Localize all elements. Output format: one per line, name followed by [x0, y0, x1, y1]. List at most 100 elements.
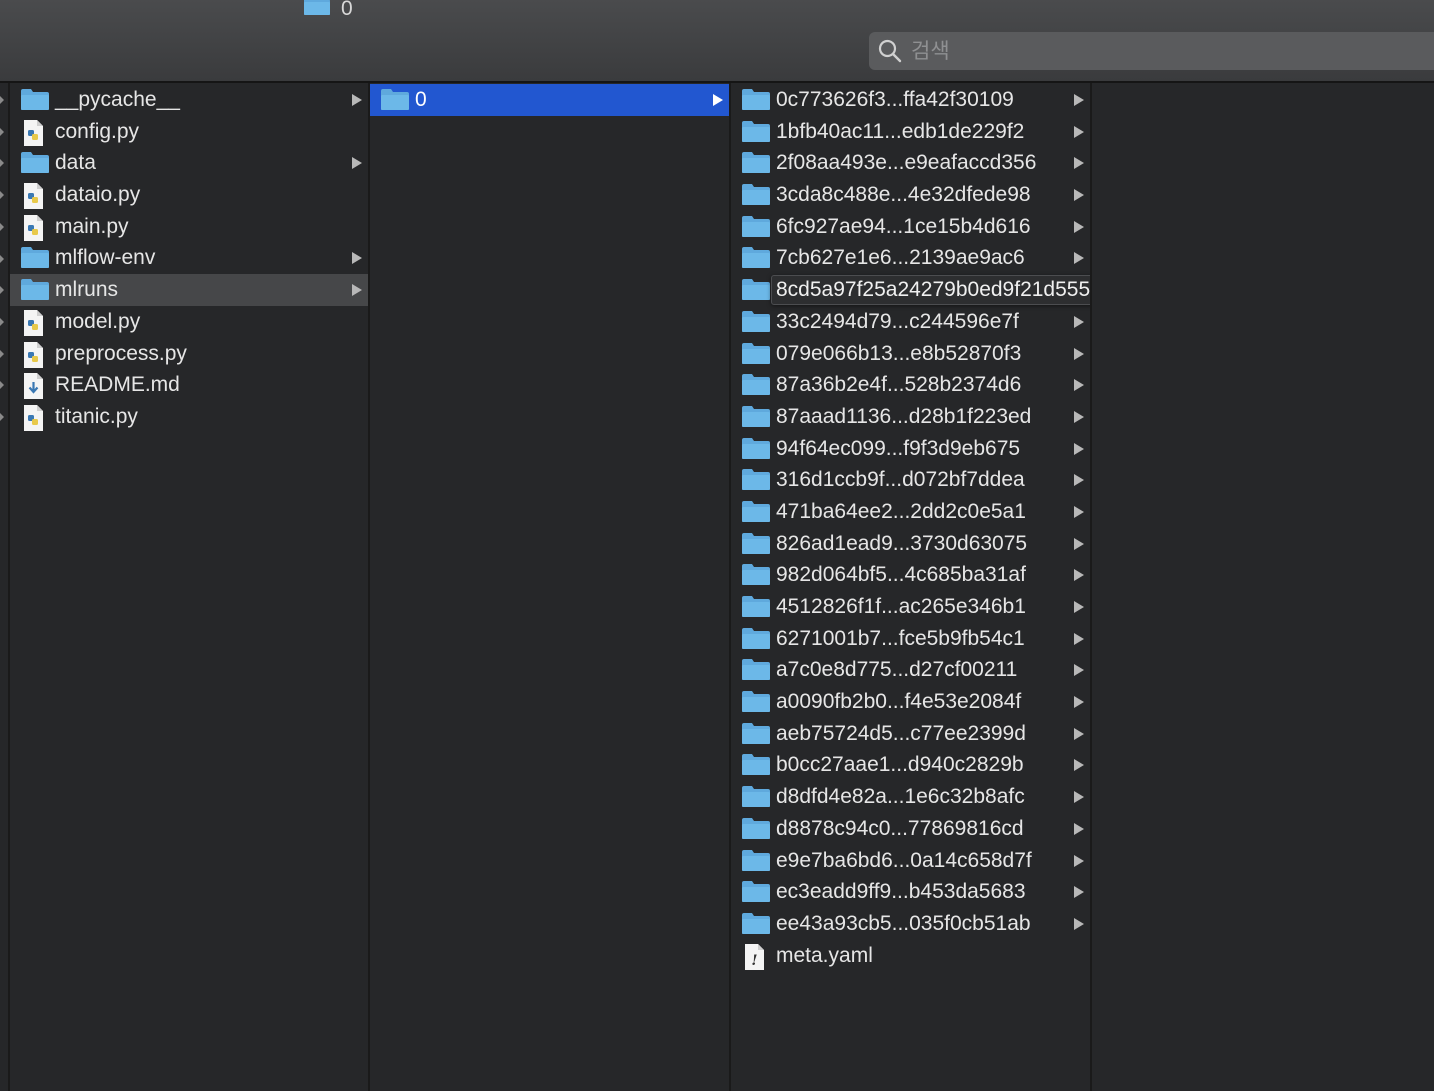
- list-item-0c773626f3-ffa42f30109[interactable]: 0c773626f3...ffa42f30109: [731, 84, 1090, 116]
- list-item-label: ee43a93cb5...035f0cb51ab: [776, 911, 1031, 935]
- column-empty[interactable]: [1092, 83, 1434, 1091]
- list-item-471ba64ee2-2dd2c0e5a1[interactable]: 471ba64ee2...2dd2c0e5a1: [731, 496, 1090, 528]
- list-item-readme-md[interactable]: README.md: [10, 369, 368, 401]
- list-item-b0cc27aae1-d940c2829b[interactable]: b0cc27aae1...d940c2829b: [731, 749, 1090, 781]
- list-item-982d064bf5-4c685ba31af[interactable]: 982d064bf5...4c685ba31af: [731, 559, 1090, 591]
- folder-icon: [741, 87, 771, 117]
- disclosure-arrow-icon: [1074, 189, 1084, 202]
- disclosure-arrow-icon: [1074, 886, 1084, 899]
- folder-icon: [741, 657, 771, 687]
- list-item-dataio-py[interactable]: dataio.py: [10, 179, 368, 211]
- list-item-pycache[interactable]: __pycache__: [10, 84, 368, 116]
- folder-icon: [20, 87, 50, 117]
- list-item-d8878c94c0-77869816cd[interactable]: d8878c94c0...77869816cd: [731, 813, 1090, 845]
- list-item-a7c0e8d775-d27cf00211[interactable]: a7c0e8d775...d27cf00211: [731, 654, 1090, 686]
- file-list: 0c773626f3...ffa42f30109 1bfb40ac11...edb…: [731, 84, 1090, 971]
- folder-icon: [741, 150, 771, 180]
- folder-icon: [741, 721, 771, 751]
- search-icon: [878, 39, 902, 63]
- search-input[interactable]: [909, 38, 1393, 64]
- disclosure-arrow-icon: [1074, 696, 1084, 709]
- list-item-d8dfd4e82a-1e6c32b8afc[interactable]: d8dfd4e82a...1e6c32b8afc: [731, 781, 1090, 813]
- list-item-1bfb40ac11-edb1de229f2[interactable]: 1bfb40ac11...edb1de229f2: [731, 116, 1090, 148]
- list-item-a0090fb2b0-f4e53e2084f[interactable]: a0090fb2b0...f4e53e2084f: [731, 686, 1090, 718]
- disclosure-arrow-icon: [1074, 252, 1084, 265]
- list-item-label: 6fc927ae94...1ce15b4d616: [776, 214, 1031, 238]
- folder-icon: [741, 499, 771, 529]
- list-item-titanic-py[interactable]: titanic.py: [10, 401, 368, 433]
- list-item-label: __pycache__: [55, 88, 180, 111]
- disclosure-arrow-icon: [1074, 632, 1084, 645]
- list-item-0[interactable]: 0: [370, 84, 729, 116]
- file-list: __pycache__ config.py data dataio.py main.py…: [10, 84, 368, 433]
- disclosure-arrow-icon: [352, 284, 362, 297]
- disclosure-arrow-icon: [1074, 917, 1084, 930]
- list-item-mlflow-env[interactable]: mlflow-env: [10, 242, 368, 274]
- disclosure-arrow-icon: [1074, 601, 1084, 613]
- column-project[interactable]: __pycache__ config.py data dataio.py main.py…: [10, 83, 370, 1091]
- list-item-label: 0c773626f3...ffa42f30109: [776, 88, 1014, 111]
- list-item-3cda8c488e-4e32dfede98[interactable]: 3cda8c488e...4e32dfede98: [731, 179, 1090, 211]
- parent-row-marker: [0, 222, 4, 231]
- list-item-config-py[interactable]: config.py: [10, 116, 368, 148]
- list-item-079e066b13-e8b52870f3[interactable]: 079e066b13...e8b52870f3: [731, 338, 1090, 370]
- list-item-mlruns[interactable]: mlruns: [10, 274, 368, 306]
- disclosure-arrow-icon: [1074, 125, 1084, 138]
- list-item-data[interactable]: data: [10, 147, 368, 179]
- list-item-label: README.md: [55, 373, 180, 397]
- list-item-7cb627e1e6-2139ae9ac6[interactable]: 7cb627e1e6...2139ae9ac6: [731, 242, 1090, 274]
- list-item-preprocess-py[interactable]: preprocess.py: [10, 338, 368, 370]
- search-field[interactable]: [869, 32, 1434, 70]
- folder-icon: [741, 626, 771, 656]
- list-item-826ad1ead9-3730d63075[interactable]: 826ad1ead9...3730d63075: [731, 528, 1090, 560]
- parent-row-marker: [0, 96, 4, 104]
- folder-icon: [303, 0, 331, 22]
- folder-icon: [741, 182, 771, 212]
- disclosure-arrow-icon: [1074, 822, 1084, 835]
- disclosure-arrow-icon: [352, 252, 362, 265]
- list-item-meta-yaml[interactable]: ! meta.yaml: [731, 940, 1090, 972]
- list-item-ec3eadd9ff9-b453da5683[interactable]: ec3eadd9ff9...b453da5683: [731, 876, 1090, 908]
- list-item-ee43a93cb5-035f0cb51ab[interactable]: ee43a93cb5...035f0cb51ab: [731, 908, 1090, 940]
- disclosure-arrow-icon: [1074, 569, 1084, 582]
- list-item-label: 316d1ccb9f...d072bf7ddea: [776, 468, 1025, 492]
- folder-icon: [741, 119, 771, 149]
- parent-row-marker: [0, 159, 4, 168]
- list-item-main-py[interactable]: main.py: [10, 211, 368, 243]
- list-item-6271001b7-fce5b9fb54c1[interactable]: 6271001b7...fce5b9fb54c1: [731, 623, 1090, 655]
- folder-icon: [741, 309, 771, 339]
- folder-icon: [20, 245, 50, 275]
- list-item-8cd5a97f25a24279b0ed9f21d555cf24[interactable]: 8cd5a97f25a24279b0ed9f21d555cf24: [731, 274, 1090, 306]
- column-experiment-0[interactable]: 0c773626f3...ffa42f30109 1bfb40ac11...edb…: [731, 83, 1092, 1091]
- list-item-label: mlflow-env: [55, 246, 156, 270]
- list-item-87a36b2e4f-528b2374d6[interactable]: 87a36b2e4f...528b2374d6: [731, 369, 1090, 401]
- list-item-label: a7c0e8d775...d27cf00211: [776, 658, 1018, 682]
- list-item-label: main.py: [55, 214, 129, 238]
- list-item-33c2494d79-c244596e7f[interactable]: 33c2494d79...c244596e7f: [731, 306, 1090, 338]
- column-mlruns[interactable]: 0: [370, 83, 731, 1091]
- disclosure-arrow-icon: [1074, 157, 1084, 170]
- list-item-label: d8dfd4e82a...1e6c32b8afc: [776, 785, 1025, 809]
- disclosure-arrow-icon: [1074, 664, 1084, 677]
- list-item-label: 87aaad1136...d28b1f223ed: [776, 404, 1032, 428]
- list-item-6fc927ae94-1ce15b4d616[interactable]: 6fc927ae94...1ce15b4d616: [731, 211, 1090, 243]
- list-item-2f08aa493e-e9eafaccd356[interactable]: 2f08aa493e...e9eafaccd356: [731, 147, 1090, 179]
- folder-icon: [741, 816, 771, 846]
- parent-row-marker: [0, 349, 4, 358]
- disclosure-arrow-icon: [1074, 379, 1084, 392]
- folder-icon: [741, 436, 771, 466]
- folder-icon: [741, 277, 771, 307]
- list-item-model-py[interactable]: model.py: [10, 306, 368, 338]
- list-item-94f64ec099-f9f3d9eb675[interactable]: 94f64ec099...f9f3d9eb675: [731, 433, 1090, 465]
- parent-row-marker: [0, 413, 4, 421]
- list-item-label: a0090fb2b0...f4e53e2084f: [776, 690, 1022, 714]
- list-item-87aaad1136-d28b1f223ed[interactable]: 87aaad1136...d28b1f223ed: [731, 401, 1090, 433]
- list-item-4512826f1f-ac265e346b1[interactable]: 4512826f1f...ac265e346b1: [731, 591, 1090, 623]
- list-item-316d1ccb9f-d072bf7ddea[interactable]: 316d1ccb9f...d072bf7ddea: [731, 464, 1090, 496]
- disclosure-arrow-icon: [1074, 854, 1084, 867]
- column-parent-edge[interactable]: [0, 83, 10, 1091]
- parent-row-marker: [0, 317, 4, 326]
- list-item-aeb75724d5-c77ee2399d[interactable]: aeb75724d5...c77ee2399d: [731, 718, 1090, 750]
- disclosure-arrow-icon: [1074, 220, 1084, 233]
- list-item-e9e7ba6bd6-0a14c658d7f[interactable]: e9e7ba6bd6...0a14c658d7f: [731, 845, 1090, 877]
